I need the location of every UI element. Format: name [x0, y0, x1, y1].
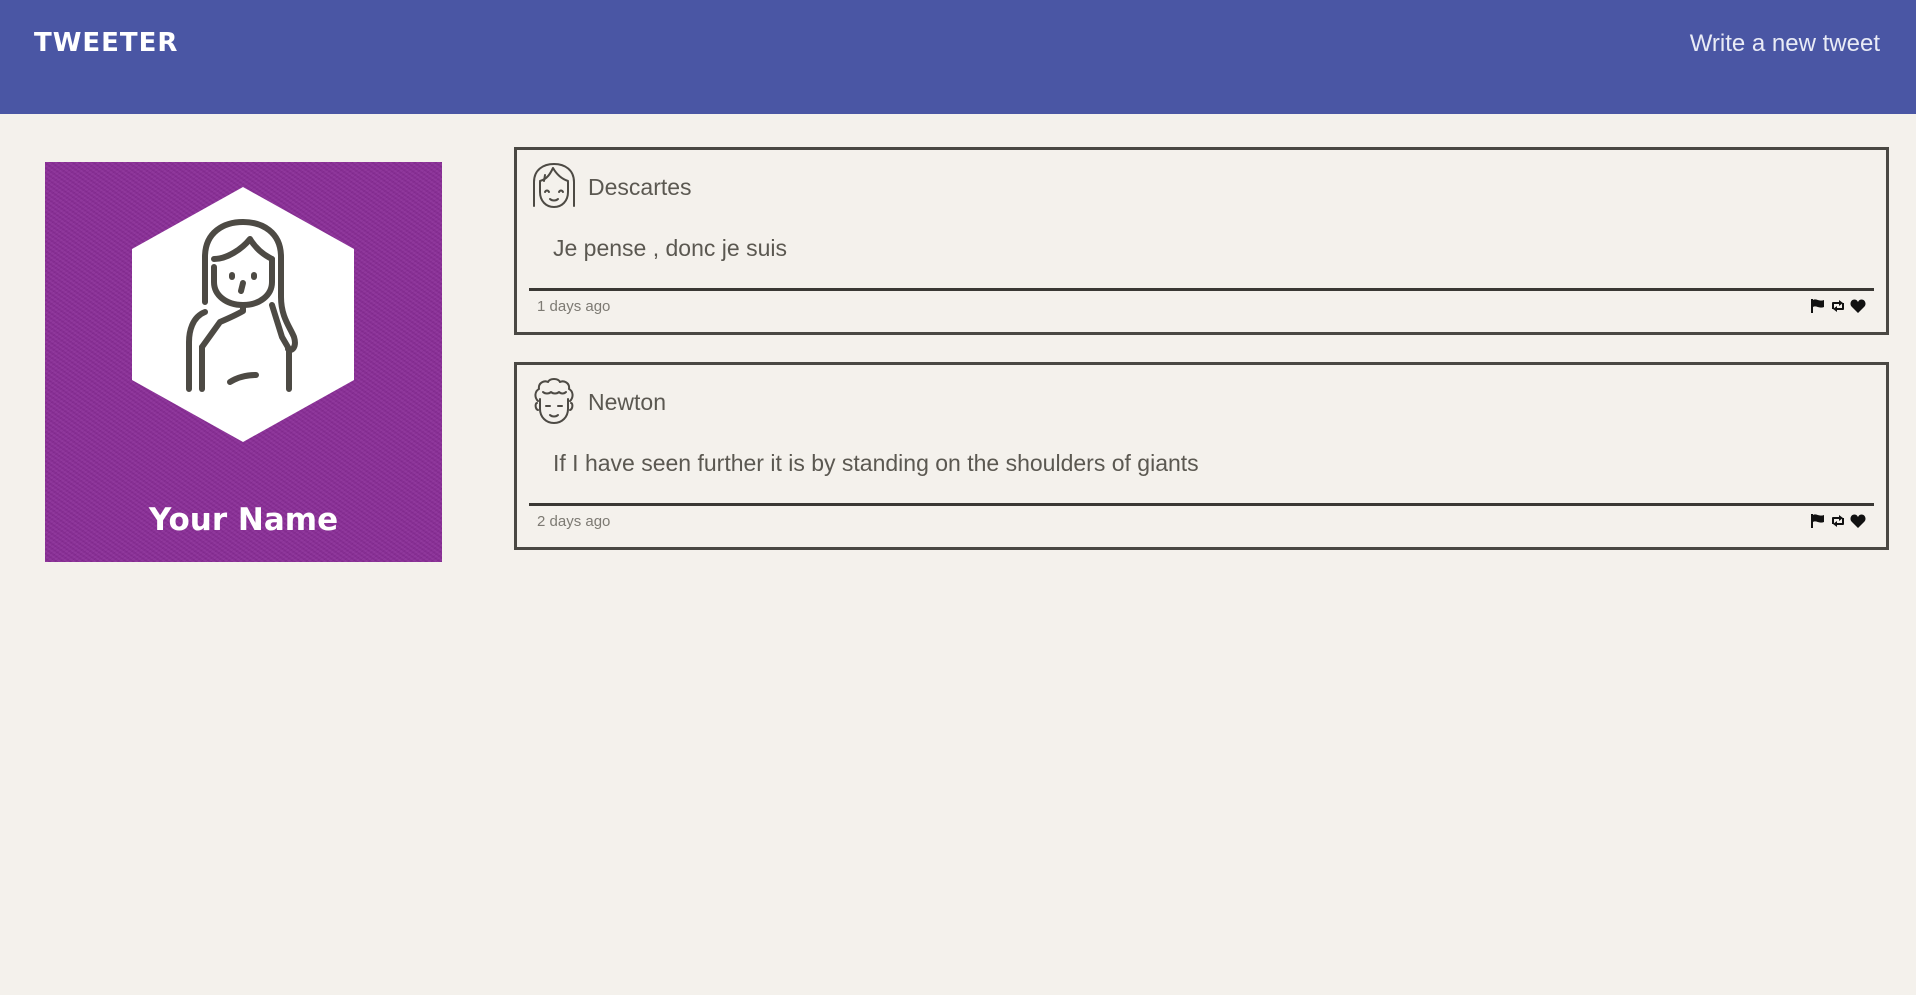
tweet-actions	[1810, 298, 1866, 314]
brand-logo[interactable]: TWEETER	[34, 28, 178, 58]
tweet-actions	[1810, 513, 1866, 529]
retweet-icon[interactable]	[1830, 513, 1846, 529]
profile-card: Your Name	[45, 162, 442, 562]
man-avatar-icon	[534, 378, 574, 424]
top-navbar: TWEETER Write a new tweet	[0, 0, 1916, 114]
profile-name: Your Name	[148, 502, 339, 538]
tweet-divider	[529, 503, 1874, 506]
tweet-timestamp: 1 days ago	[537, 298, 611, 315]
tweet-timestamp: 2 days ago	[537, 513, 611, 530]
tweet-divider	[529, 288, 1874, 291]
heart-icon[interactable]	[1850, 513, 1866, 529]
tweet-author[interactable]: Descartes	[588, 174, 692, 201]
tweet-card: Newton If I have seen further it is by s…	[514, 362, 1889, 550]
tweet-card: Descartes Je pense , donc je suis 1 days…	[514, 147, 1889, 335]
profile-avatar	[132, 187, 354, 442]
heart-icon[interactable]	[1850, 298, 1866, 314]
tweet-author[interactable]: Newton	[588, 389, 666, 416]
flag-icon[interactable]	[1810, 298, 1826, 314]
retweet-icon[interactable]	[1830, 298, 1846, 314]
flag-icon[interactable]	[1810, 513, 1826, 529]
write-new-tweet-link[interactable]: Write a new tweet	[1690, 30, 1880, 58]
tweet-text: If I have seen further it is by standing…	[553, 450, 1199, 476]
girl-avatar-icon	[533, 163, 575, 208]
tweet-text: Je pense , donc je suis	[553, 235, 787, 261]
